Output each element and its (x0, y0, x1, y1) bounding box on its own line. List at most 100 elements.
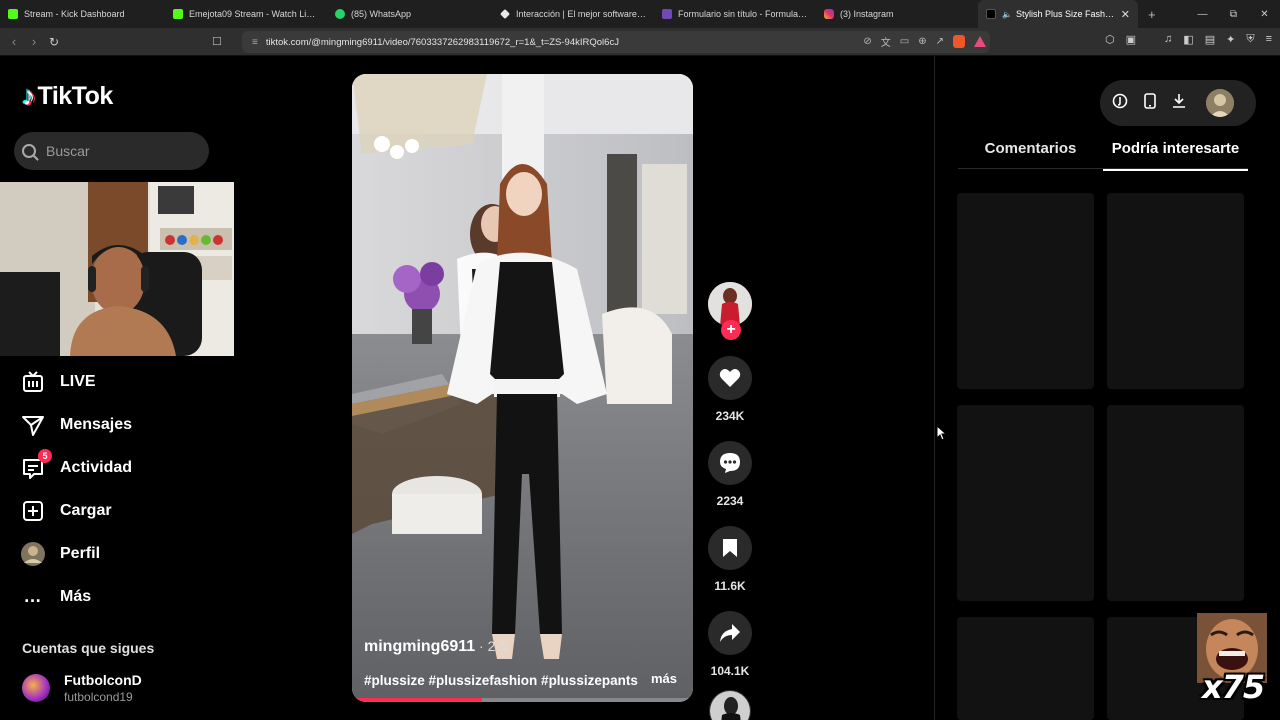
music-disc-icon[interactable] (709, 690, 751, 720)
sidebar-item-profile[interactable]: Perfil (20, 532, 132, 575)
save-button[interactable] (708, 526, 752, 570)
activity-icon: 5 (20, 448, 52, 481)
suggested-video-card[interactable] (957, 193, 1094, 389)
following-header: Cuentas que sigues (22, 640, 155, 656)
tab-might-interest[interactable]: Podría interesarte (1103, 140, 1248, 171)
tab-title: (85) WhatsApp (351, 9, 412, 19)
sidebar-item-live[interactable]: LIVE (20, 360, 132, 403)
forward-icon[interactable]: › (24, 34, 44, 49)
brave-shields-icon[interactable] (953, 35, 965, 48)
heart-icon (719, 369, 741, 387)
suggested-video-card[interactable] (1107, 193, 1244, 389)
comment-button[interactable] (708, 441, 752, 485)
panel-divider (934, 56, 935, 720)
sidebar-item-label: Cargar (60, 501, 112, 519)
sidebar-item-messages[interactable]: Mensajes (20, 403, 132, 446)
comment-icon (720, 453, 740, 473)
mobile-app-icon[interactable] (1144, 92, 1156, 114)
webcam-overlay (0, 182, 234, 356)
video-more-button[interactable]: más (651, 671, 677, 686)
tiktok-logo[interactable]: ♪ TikTok (22, 82, 113, 111)
extensions-icon[interactable]: ⬡ (1105, 33, 1115, 46)
sidebar-icon[interactable]: ◧ (1183, 33, 1193, 46)
minimize-icon[interactable]: — (1187, 9, 1218, 20)
reload-icon[interactable]: ↻ (44, 35, 64, 49)
extensions-toolbar: ⬡ ▣ ♫ ◧ ▤ ✦ ⛨ ≡ (1105, 33, 1272, 46)
follow-plus-icon[interactable]: + (721, 320, 741, 340)
download-icon[interactable] (1172, 93, 1186, 114)
browser-tab[interactable]: (3) Instagram (816, 0, 978, 28)
browser-tab-active[interactable]: 🔈 Stylish Plus Size Fashion: Perf ✕ (978, 0, 1138, 28)
leo-ai-icon[interactable]: ✦ (1226, 33, 1235, 46)
following-account[interactable]: FutbolconD futbolcond19 (22, 672, 142, 704)
audio-playing-icon[interactable]: 🔈 (1002, 10, 1012, 19)
cast-icon[interactable]: ▭ (900, 36, 909, 47)
close-tab-icon[interactable]: ✕ (1121, 8, 1130, 21)
video-username-text[interactable]: mingming6911 (364, 638, 475, 655)
sidebar-item-more[interactable]: … Más (20, 575, 132, 618)
share-button[interactable] (708, 611, 752, 655)
vpn-icon[interactable]: ⛨ (1246, 33, 1254, 46)
site-info-icon[interactable]: ≡ (252, 37, 258, 48)
suggested-video-card[interactable] (957, 617, 1094, 720)
brave-rewards-icon[interactable] (974, 36, 986, 47)
account-handle: futbolcond19 (64, 690, 133, 704)
tab-comments[interactable]: Comentarios (958, 140, 1103, 171)
right-panel-tabs: Comentarios Podría interesarte (958, 140, 1248, 171)
zoom-icon[interactable]: ⊕ (918, 36, 926, 47)
sidebar-item-label: Mensajes (60, 415, 133, 433)
back-icon[interactable]: ‹ (4, 34, 24, 49)
video-username[interactable]: mingming6911 · 2-5 (364, 638, 508, 656)
url-bar[interactable]: ☐ ≡ tiktok.com/@mingming6911/video/76033… (212, 31, 990, 53)
upload-icon (20, 498, 46, 524)
kick-icon (173, 9, 183, 19)
browser-tab[interactable]: Interacción | El mejor software para (492, 0, 654, 28)
search-input[interactable]: Buscar (14, 132, 209, 170)
browser-tab[interactable]: Formulario sin título - Formularios d (654, 0, 816, 28)
media-icon[interactable]: ♫ (1164, 33, 1172, 46)
tiktok-note-icon: ♪ (22, 81, 36, 111)
user-avatar[interactable] (1206, 89, 1234, 117)
comment-count: 2234 (716, 494, 744, 508)
browser-tab[interactable]: Stream - Kick Dashboard (0, 0, 165, 28)
share-icon[interactable]: ↗ (936, 36, 944, 47)
messages-icon (20, 412, 46, 438)
close-window-icon[interactable]: ✕ (1249, 9, 1280, 20)
sidebar-item-upload[interactable]: Cargar (20, 489, 132, 532)
tab-favicon-icon (500, 9, 510, 19)
wallet-icon[interactable]: ▣ (1126, 33, 1136, 46)
browser-tab[interactable]: (85) WhatsApp (327, 0, 492, 28)
tiktok-favicon-icon (986, 9, 996, 19)
url-text[interactable]: tiktok.com/@mingming6911/video/760333726… (266, 37, 619, 48)
wallet-2-icon[interactable]: ▤ (1205, 33, 1215, 46)
video-player[interactable]: mingming6911 · 2-5 #plussize #plussizefa… (352, 74, 693, 702)
window-controls: — ⧉ ✕ (1187, 0, 1280, 28)
suggested-video-card[interactable] (957, 405, 1094, 601)
account-avatar[interactable] (22, 674, 50, 702)
menu-icon[interactable]: ≡ (1266, 33, 1272, 46)
browser-tab-strip: Stream - Kick Dashboard Emejota09 Stream… (0, 0, 1280, 28)
sidebar-item-label: LIVE (60, 372, 96, 390)
account-name: FutbolconD (64, 672, 142, 688)
sidebar-item-activity[interactable]: 5 Actividad (20, 446, 132, 489)
restore-icon[interactable]: ⧉ (1218, 9, 1249, 20)
bookmark-icon (723, 539, 737, 557)
live-icon (20, 369, 46, 395)
save-count: 11.6K (714, 579, 746, 593)
search-placeholder[interactable]: Buscar (46, 143, 90, 159)
video-hashtags[interactable]: #plussize #plussizefashion #plussizepant… (364, 673, 638, 688)
logo-wordmark: TikTok (37, 82, 114, 110)
suggested-video-card[interactable] (1107, 405, 1244, 601)
video-progress-bar[interactable] (352, 698, 693, 702)
no-translate-icon[interactable]: ⊘ (863, 36, 871, 47)
whatsapp-icon (335, 9, 345, 19)
bookmark-icon[interactable]: ☐ (212, 35, 222, 48)
sidebar-item-label: Perfil (60, 544, 101, 562)
translate-icon[interactable]: 文 (881, 34, 891, 49)
new-tab-button[interactable]: + (1138, 7, 1166, 22)
tiktok-coin-icon[interactable] (1112, 93, 1128, 114)
like-button[interactable] (708, 356, 752, 400)
browser-tab[interactable]: Emejota09 Stream - Watch Live o (165, 0, 327, 28)
tab-title: Stylish Plus Size Fashion: Perf (1015, 9, 1115, 19)
more-icon: … (23, 586, 43, 606)
